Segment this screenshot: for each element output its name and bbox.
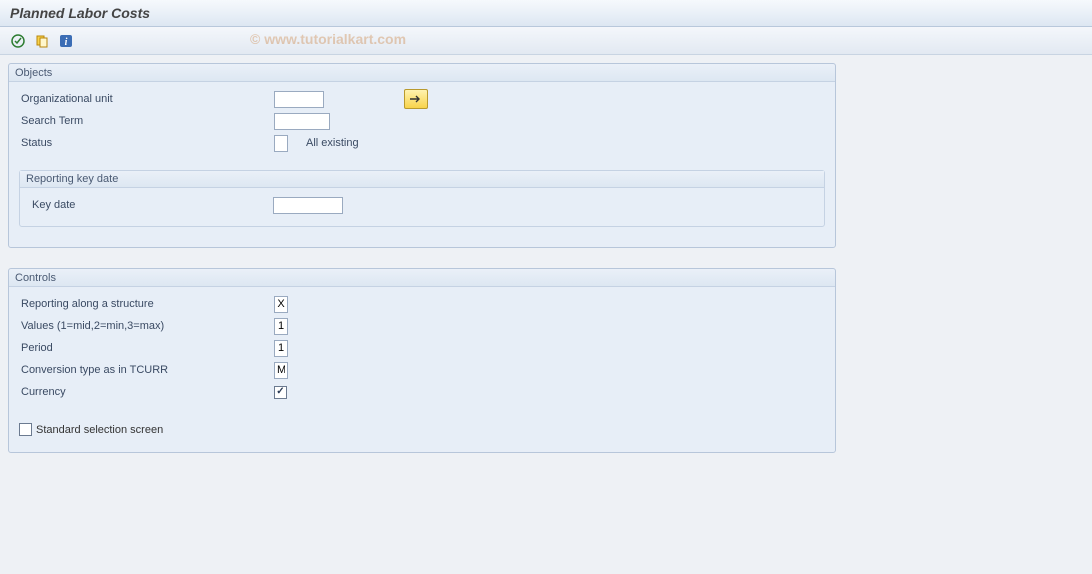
values-label: Values (1=mid,2=min,3=max) [19, 320, 274, 332]
toolbar: i © www.tutorialkart.com [0, 27, 1092, 55]
standard-selection-checkbox[interactable] [19, 423, 32, 436]
conversion-label: Conversion type as in TCURR [19, 364, 274, 376]
execute-icon[interactable] [8, 31, 28, 51]
values-input[interactable] [274, 318, 288, 335]
get-variant-icon[interactable] [32, 31, 52, 51]
key-date-label: Key date [30, 199, 273, 211]
page-title: Planned Labor Costs [0, 0, 1092, 27]
search-term-input[interactable] [274, 113, 330, 130]
objects-group: Objects Organizational unit Search Term … [8, 63, 836, 248]
org-unit-label: Organizational unit [19, 93, 274, 105]
org-unit-input[interactable] [274, 91, 324, 108]
objects-group-title: Objects [9, 64, 835, 82]
svg-text:i: i [65, 37, 68, 48]
controls-group: Controls Reporting along a structure Val… [8, 268, 836, 453]
period-label: Period [19, 342, 274, 354]
status-label: Status [19, 137, 274, 149]
info-icon[interactable]: i [56, 31, 76, 51]
search-term-label: Search Term [19, 115, 274, 127]
status-input[interactable] [274, 135, 288, 152]
currency-checkbox[interactable] [274, 386, 287, 399]
status-text: All existing [306, 137, 359, 149]
content-area: Objects Organizational unit Search Term … [0, 55, 1092, 481]
currency-label: Currency [19, 386, 274, 398]
reporting-key-date-group: Reporting key date Key date [19, 170, 825, 227]
period-input[interactable] [274, 340, 288, 357]
reporting-structure-input[interactable] [274, 296, 288, 313]
reporting-structure-label: Reporting along a structure [19, 298, 274, 310]
standard-selection-label: Standard selection screen [36, 424, 163, 436]
watermark-text: © www.tutorialkart.com [250, 31, 406, 47]
conversion-input[interactable] [274, 362, 288, 379]
reporting-key-date-title: Reporting key date [20, 171, 824, 188]
key-date-input[interactable] [273, 197, 343, 214]
controls-group-title: Controls [9, 269, 835, 287]
multiple-selection-button[interactable] [404, 89, 428, 109]
